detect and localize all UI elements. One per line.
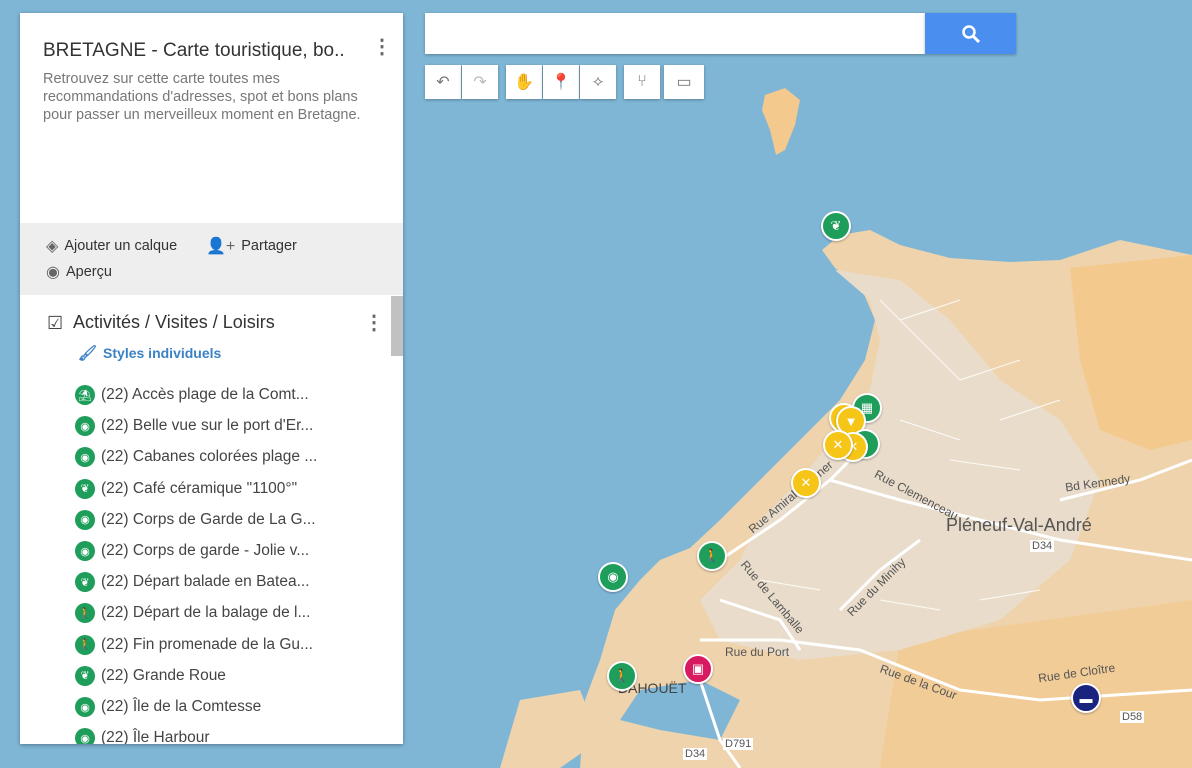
map-description: Retrouvez sur cette carte toutes mes rec… [43, 71, 361, 123]
hiker-icon: 🚶 [75, 603, 95, 624]
add-person-icon: 👤+ [206, 238, 236, 255]
share-button[interactable]: 👤+ Partager [206, 236, 297, 256]
preview-button[interactable]: ◉ Aperçu [46, 262, 112, 282]
paint-roller-icon: 🖌 [78, 345, 98, 362]
panel-actions: ◈ Ajouter un calque 👤+ Partager ◉ Aperçu [20, 223, 403, 295]
layer-item[interactable]: 🚶 (22) Fin promenade de la Gu... [75, 634, 313, 656]
road-label-port: Rue du Port [725, 645, 790, 659]
layer-item-label: (22) Île Harbour [101, 729, 210, 744]
layer-checkbox[interactable]: ☑ [47, 313, 63, 334]
preview-label: Aperçu [65, 264, 112, 280]
share-label: Partager [241, 238, 297, 254]
search-button[interactable] [925, 13, 1016, 54]
pan-hand-button[interactable]: ✋ [506, 65, 542, 99]
camera-icon: ◉ [75, 541, 95, 561]
map-pin-hiker[interactable]: 🚶 [697, 541, 727, 571]
redo-button[interactable]: ↷ [462, 65, 498, 99]
leaf-icon: ❦ [75, 572, 95, 593]
layer-item[interactable]: 🚶 (22) Départ de la balage de l... [75, 602, 310, 624]
road-label-d34a: D34 [1030, 540, 1055, 552]
search-icon [961, 24, 980, 43]
map-pin-camera[interactable]: ◉ [598, 562, 628, 592]
directions-button[interactable]: ⑂ [624, 65, 660, 99]
map-pin-food[interactable]: ✕ [791, 468, 821, 498]
layer-item-label: (22) Corps de Garde de La G... [101, 510, 316, 528]
map-pin-food[interactable]: ✕ [823, 430, 853, 460]
beach-icon: ⛱ [75, 385, 95, 405]
layer-item[interactable]: ❦ (22) Grande Roue [75, 665, 226, 687]
layer-item[interactable]: ◉ (22) Île Harbour [75, 727, 210, 744]
layer-item[interactable]: ⛱ (22) Accès plage de la Comt... [75, 384, 309, 406]
individual-styles-label: Styles individuels [103, 345, 222, 361]
map-pin-leaf[interactable]: ❦ [821, 211, 851, 241]
road-label-d791: D791 [723, 738, 754, 750]
layer-item-label: (22) Grande Roue [101, 666, 226, 684]
more-options-icon[interactable]: ⋮ [372, 35, 392, 59]
layer-options-icon[interactable]: ⋮ [364, 311, 384, 335]
draw-line-button[interactable]: ⟡ [580, 65, 616, 99]
layer-item-label: (22) Café céramique "1100°" [101, 479, 298, 497]
layer-item-label: (22) Accès plage de la Comt... [101, 386, 309, 403]
eye-icon: ◉ [46, 264, 60, 281]
undo-button[interactable]: ↶ [425, 65, 461, 99]
leaf-icon: ❦ [75, 665, 95, 686]
map-pin-hiker[interactable]: 🚶 [607, 661, 637, 691]
layer-item-label: (22) Île de la Comtesse [101, 698, 262, 715]
measure-button[interactable]: ▭ [664, 65, 704, 99]
layer-item[interactable]: ◉ (22) Corps de Garde de La G... [75, 509, 316, 531]
layer-item-label: (22) Départ balade en Batea... [101, 573, 310, 591]
layer-item[interactable]: ◉ (22) Cabanes colorées plage ... [75, 446, 317, 468]
town-label: Pléneuf-Val-André [946, 515, 1092, 535]
hiker-icon: 🚶 [75, 634, 95, 655]
road-label-d58: D58 [1120, 711, 1145, 723]
layer-item[interactable]: ◉ (22) Île de la Comtesse [75, 696, 261, 718]
road-label-d34b: D34 [683, 748, 708, 760]
layer-item[interactable]: ❦ (22) Départ balade en Batea... [75, 571, 310, 593]
add-marker-button[interactable]: 📍 [543, 65, 579, 99]
layer-item[interactable]: ❦ (22) Café céramique "1100°" [75, 478, 297, 500]
add-layer-button[interactable]: ◈ Ajouter un calque [46, 236, 177, 256]
map-title[interactable]: BRETAGNE - Carte touristique, bo... [43, 40, 343, 62]
add-layer-label: Ajouter un calque [64, 238, 178, 254]
map-info-panel: BRETAGNE - Carte touristique, bo... ⋮ Re… [20, 13, 403, 744]
camera-icon: ◉ [75, 728, 95, 744]
layer-item-label: (22) Fin promenade de la Gu... [101, 635, 313, 653]
camera-icon: ◉ [75, 447, 95, 468]
scrollbar[interactable] [391, 296, 403, 356]
camera-icon: ◉ [75, 697, 95, 717]
map-pin-hotel[interactable]: ▬ [1071, 683, 1101, 713]
layer-item[interactable]: ◉ (22) Belle vue sur le port d'Er... [75, 415, 313, 437]
search-input[interactable] [425, 13, 925, 54]
layer-item-label: (22) Corps de garde - Jolie v... [101, 542, 310, 559]
layer-item[interactable]: ◉ (22) Corps de garde - Jolie v... [75, 540, 309, 562]
camera-icon: ◉ [75, 509, 95, 530]
layer-item-label: (22) Cabanes colorées plage ... [101, 448, 318, 466]
camera-icon: ◉ [75, 416, 95, 437]
layer-item-label: (22) Départ de la balage de l... [101, 604, 311, 622]
individual-styles-link[interactable]: 🖌 Styles individuels [78, 344, 221, 362]
map-pin-shopping[interactable]: ▣ [683, 654, 713, 684]
leaf-icon: ❦ [75, 478, 95, 499]
layers-icon: ◈ [46, 238, 59, 255]
layer-title[interactable]: Activités / Visites / Loisirs [73, 312, 275, 333]
layer-item-label: (22) Belle vue sur le port d'Er... [101, 417, 314, 435]
